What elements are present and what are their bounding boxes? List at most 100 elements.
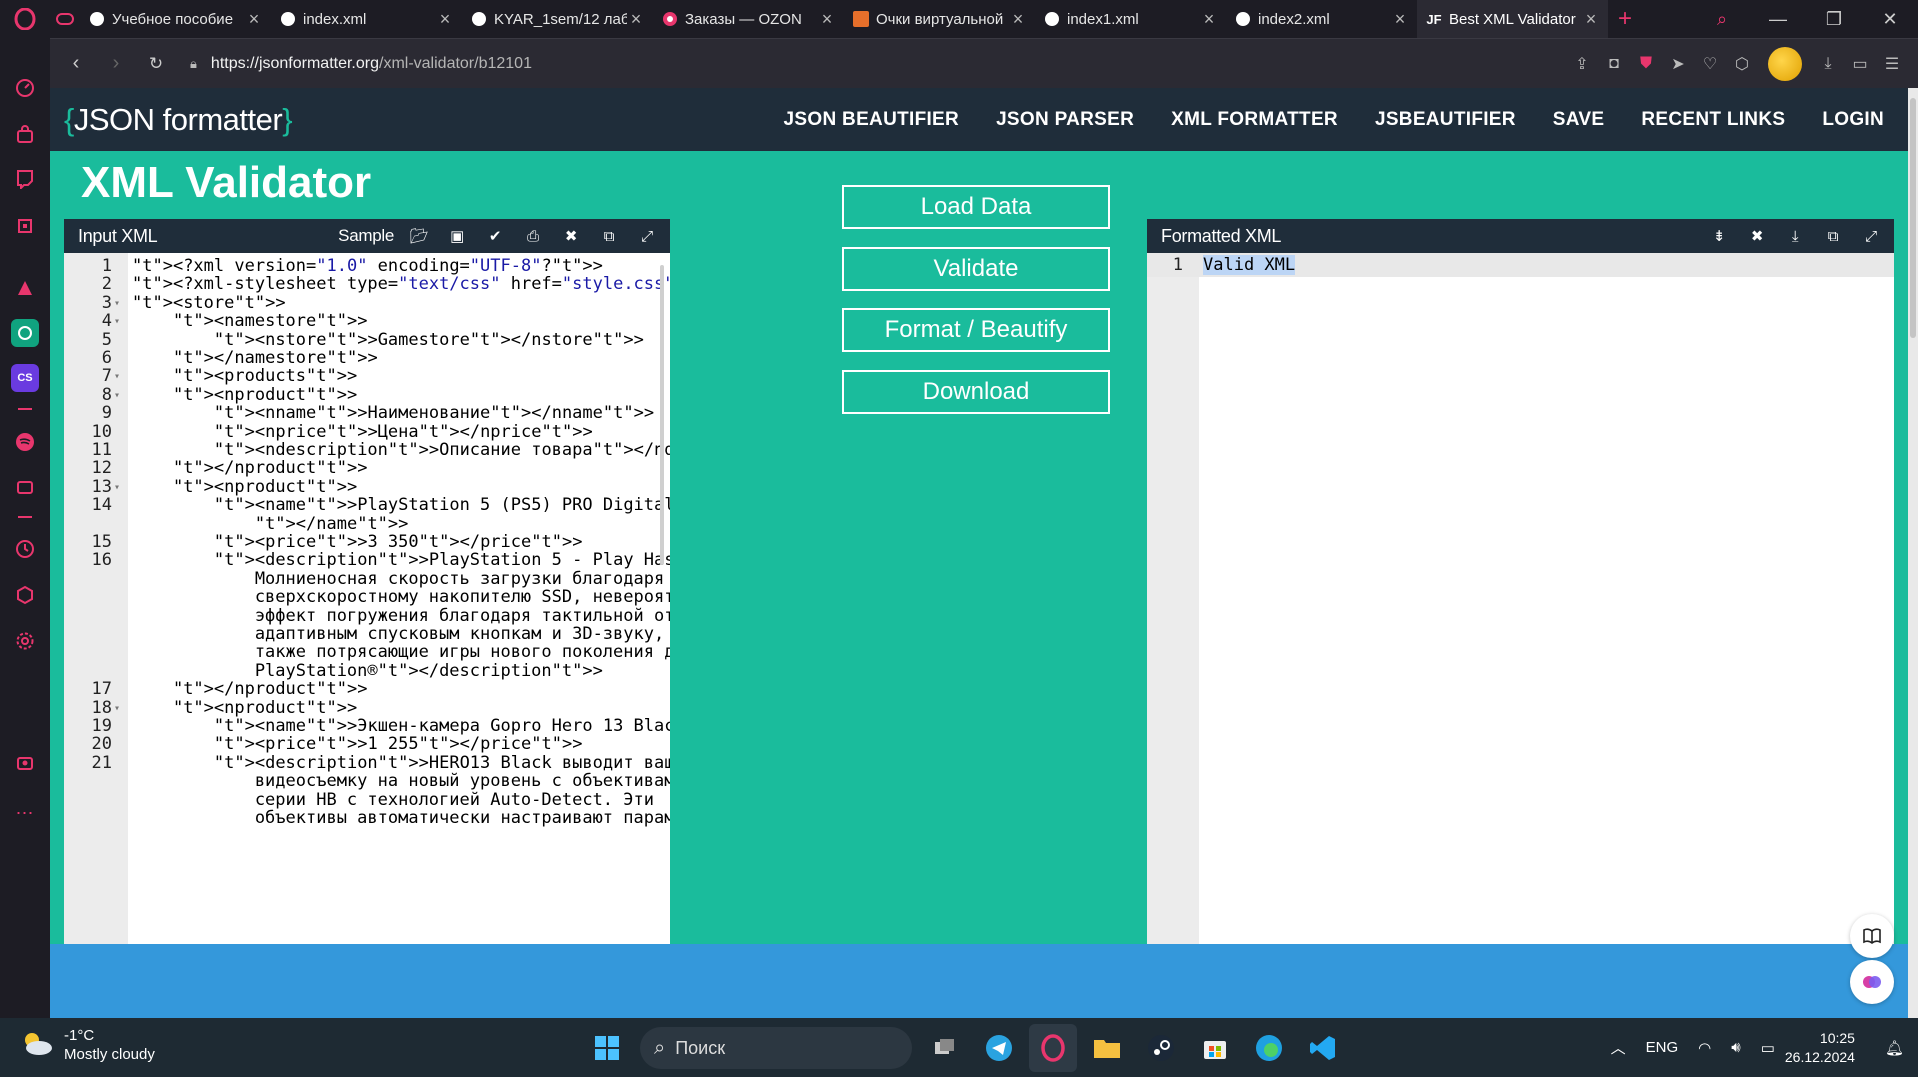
fold-toggle-icon[interactable]: ▾ [114,477,120,500]
close-window-button[interactable]: ✕ [1862,9,1918,30]
task-view-icon[interactable] [921,1024,969,1072]
adblock-shield-icon[interactable]: ⛊ [1630,55,1662,73]
nav-link-json-beautifier[interactable]: JSON BEAUTIFIER [784,109,960,131]
tab-close-icon[interactable]: × [1582,9,1600,30]
minimize-button[interactable]: — [1750,9,1806,30]
tab-7[interactable]: JF Best XML Validator × [1417,0,1608,38]
fold-toggle-icon[interactable]: ▾ [114,311,120,334]
print-icon[interactable]: ⎙ [514,228,552,245]
chatgpt-icon[interactable] [11,319,39,347]
file-explorer-icon[interactable] [1083,1024,1131,1072]
twitch-icon[interactable] [11,165,39,193]
chevron-up-icon[interactable]: ︿ [1611,1037,1626,1058]
tab-2[interactable]: KYAR_1sem/12 лаб × [462,0,653,38]
tab-close-icon[interactable]: × [818,9,836,30]
language-indicator[interactable]: ENG [1646,1039,1679,1056]
nav-link-xml-formatter[interactable]: XML FORMATTER [1171,109,1338,131]
clear-icon[interactable]: ✖ [1738,227,1776,245]
restore-button[interactable]: ❐ [1806,9,1862,30]
tab-close-icon[interactable]: × [627,9,645,30]
tab-3[interactable]: Заказы — OZON × [653,0,844,38]
back-button[interactable]: ‹ [56,52,96,75]
fold-toggle-icon[interactable]: ▾ [114,698,120,721]
cube-icon[interactable]: ⬡ [1726,54,1758,74]
vscode-icon[interactable] [1299,1024,1347,1072]
search-tabs-icon[interactable]: ⌕ [1694,9,1750,30]
easy-setup-icon[interactable]: ☰ [1876,54,1908,74]
ai-brain-icon[interactable] [1850,960,1894,1004]
tab-close-icon[interactable]: × [1009,9,1027,30]
aria-icon[interactable] [11,274,39,302]
history-icon[interactable] [11,535,39,563]
clear-icon[interactable]: ✖ [552,227,590,245]
nav-link-json-parser[interactable]: JSON PARSER [996,109,1134,131]
tab-4[interactable]: Очки виртуальной × [844,0,1035,38]
load-data-button[interactable]: Load Data [842,185,1110,229]
speed-dial-icon[interactable] [11,74,39,102]
new-tab-button[interactable]: + [1608,5,1642,33]
wifi-icon[interactable]: ◠ [1698,1039,1711,1057]
opera-logo-icon[interactable] [0,0,50,38]
share-icon[interactable]: ⇪ [1566,54,1598,74]
tab-1[interactable]: index.xml × [271,0,462,38]
copy-icon[interactable]: ⧉ [590,228,628,245]
steam-icon[interactable] [1137,1024,1185,1072]
telegram-icon[interactable] [975,1024,1023,1072]
nav-link-jsbeautifier[interactable]: JSBEAUTIFIER [1375,109,1516,131]
page-scrollbar[interactable] [1908,88,1918,1018]
shopping-bag-icon[interactable] [11,120,39,148]
settings-icon[interactable] [11,627,39,655]
site-logo[interactable]: {JSON formatter} [50,102,293,138]
download-icon[interactable]: ⤓ [1812,55,1844,73]
url-field[interactable]: 🔒︎ https://jsonformatter.org/xml-validat… [176,55,1566,73]
download-button[interactable]: Download [842,369,1110,414]
tab-close-icon[interactable]: × [436,9,454,30]
chatsonic-icon[interactable]: CS [11,364,39,392]
sample-button[interactable]: Sample [332,226,400,246]
reload-button[interactable]: ↻ [136,54,176,74]
clock[interactable]: 10:25 26.12.2024 [1785,1029,1855,1067]
battery-saver-icon[interactable]: ▭ [1844,54,1876,74]
send-icon[interactable]: ➤ [1662,54,1694,74]
tab-5[interactable]: index1.xml × [1035,0,1226,38]
nav-link-login[interactable]: LOGIN [1822,109,1884,131]
profile-avatar[interactable] [1768,46,1802,81]
extensions-icon[interactable] [11,581,39,609]
save-icon[interactable]: ▣ [438,227,476,245]
gx-corner-icon[interactable] [11,749,39,777]
battery-icon[interactable]: ▭ [1761,1039,1775,1057]
heart-icon[interactable]: ♡ [1694,54,1726,74]
taskbar-search[interactable]: ⌕ Поиск [640,1027,912,1069]
tab-6[interactable]: index2.xml × [1226,0,1417,38]
nav-link-save[interactable]: SAVE [1553,109,1605,131]
copy-icon[interactable]: ⧉ [1814,228,1852,245]
tab-0[interactable]: Учебное пособие × [80,0,271,38]
spotify-icon[interactable] [11,428,39,456]
reader-mode-icon[interactable] [1850,914,1894,958]
notification-bell-icon[interactable]: 🔔︎ [1885,1039,1904,1057]
tab-close-icon[interactable]: × [1391,9,1409,30]
tab-gamepad[interactable] [50,0,80,38]
open-file-icon[interactable]: 📂︎ [400,227,438,245]
opera-gx-taskbar-icon[interactable] [1029,1024,1077,1072]
fold-toggle-icon[interactable]: ▾ [114,385,120,408]
fullscreen-icon[interactable]: ⤢ [1852,228,1890,245]
more-options-icon[interactable]: ⋯ [11,799,39,827]
format-beautify-button[interactable]: Format / Beautify [842,308,1110,352]
fullscreen-icon[interactable]: ⤢ [628,228,666,245]
forward-button[interactable]: › [96,52,136,75]
nav-link-recent-links[interactable]: RECENT LINKS [1641,109,1785,131]
tab-close-icon[interactable]: × [1200,9,1218,30]
validate-button[interactable]: Validate [842,246,1110,291]
volume-icon[interactable]: 🔊︎ [1731,1039,1740,1056]
tab-close-icon[interactable]: × [245,9,263,30]
collapse-icon[interactable]: ⇟ [1700,227,1738,245]
weather-widget[interactable]: -1°C Mostly cloudy [20,1026,155,1064]
gx-control-icon[interactable] [11,212,39,240]
wallet-icon[interactable] [11,473,39,501]
start-button[interactable] [583,1024,631,1072]
editor-scrollbar[interactable] [658,253,666,944]
download-icon[interactable]: ⤓ [1776,228,1814,245]
check-icon[interactable]: ✔ [476,227,514,245]
microsoft-store-icon[interactable] [1191,1024,1239,1072]
